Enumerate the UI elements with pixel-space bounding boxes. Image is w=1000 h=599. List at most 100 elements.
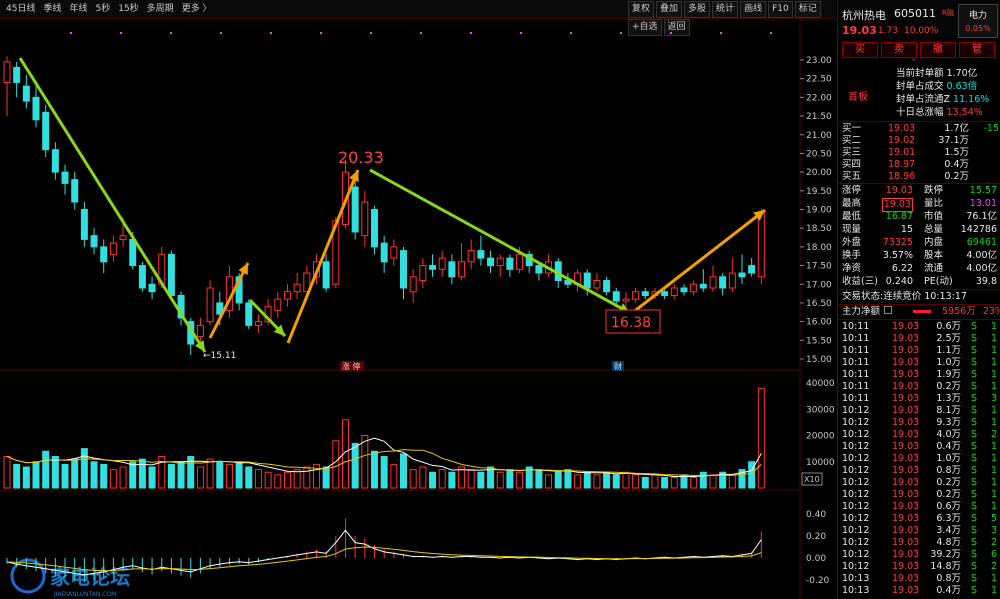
order-book-row[interactable]: 买四 18.97 0.4万 [842, 159, 999, 171]
order-book-row[interactable]: 买一 19.03 1.7亿 -15 [842, 123, 999, 135]
tick-volume: 3.4万 [936, 525, 961, 536]
level-price: 18.97 [888, 159, 916, 170]
volume-bar [748, 461, 756, 489]
volume-bar [129, 461, 137, 489]
y-tick-label: 21.50 [806, 112, 832, 122]
sector-pct: 0.05% [965, 24, 991, 33]
tick-price: 19.03 [892, 537, 920, 548]
volume-bar [303, 466, 311, 489]
quote-row: 现量 15 总量 142786 [842, 224, 999, 236]
level-volume: 0.4万 [944, 159, 969, 170]
tick-count: 1 [990, 573, 997, 584]
tick-price: 19.03 [892, 393, 920, 404]
tool-button[interactable]: 统计 [712, 1, 739, 18]
period-tab[interactable]: 年线 [65, 0, 91, 18]
tool-button[interactable]: F10 [768, 1, 793, 18]
candle [641, 291, 649, 296]
limit-up-label: 涨 停 [342, 361, 361, 371]
y-tick-label: 22.50 [806, 75, 832, 85]
candle [661, 291, 669, 296]
macd-tick-label: 0.20 [806, 532, 826, 542]
seal-ratio-row: 封单占成交 0.63倍 [896, 81, 1000, 93]
tick-volume: 6.3万 [936, 513, 961, 524]
cancel-button[interactable]: 撤 [920, 42, 956, 58]
period-tab[interactable]: 5秒 [91, 0, 114, 18]
order-book-row[interactable]: 买五 18.96 0.2万 [842, 171, 999, 183]
tick-price: 19.03 [892, 429, 920, 440]
tool-button[interactable]: 多股 [684, 1, 711, 18]
status-value: 连续竞价 [883, 291, 922, 302]
kline-chart[interactable]: 20.3316.38←15.11涨 停财家电论坛JIADIANLUNTAN.CO… [0, 18, 836, 599]
quote-label: 总量 [924, 224, 944, 235]
order-book-row[interactable]: 买二 19.02 37.1万 [842, 135, 999, 147]
tool-button[interactable]: 叠加 [656, 1, 683, 18]
tick-time: 10:11 [842, 345, 870, 356]
expand-icon[interactable] [884, 306, 893, 314]
tick-side: S [970, 393, 977, 404]
event-dot [270, 32, 272, 34]
vol-unit-label: X10 [804, 475, 820, 484]
tick-row: 10:11 19.03 1.0万 S 1 [842, 357, 999, 369]
tick-time: 10:12 [842, 477, 870, 488]
tick-row: 10:11 19.03 0.2万 S 1 [842, 381, 999, 393]
tick-price: 19.03 [892, 441, 920, 452]
volume-bar [661, 477, 669, 489]
price-axis: 23.00 22.50 22.00 21.50 21.00 20.50 20.00 19.50… [800, 56, 835, 586]
finance-label: 财 [614, 361, 622, 371]
tool-button[interactable]: 复权 [628, 1, 655, 18]
tick-time: 10:12 [842, 441, 870, 452]
tick-volume: 0.6万 [936, 501, 961, 512]
period-tab[interactable]: 季线 [39, 0, 65, 18]
tick-time: 10:13 [842, 573, 870, 584]
period-tab[interactable]: 15秒 [114, 0, 142, 18]
level-label: 买三 [842, 147, 862, 158]
vol-tick-label: 40000 [806, 379, 835, 389]
vol-tick-label: 30000 [806, 405, 835, 415]
main-flow-row[interactable]: 主力净额 5956万 23% [842, 306, 1000, 318]
stock-change: 1.73 [878, 26, 899, 36]
volume-bar [438, 469, 446, 489]
y-tick-label: 20.00 [806, 168, 832, 178]
tick-side: S [970, 369, 977, 380]
candle [487, 257, 495, 267]
candle [419, 265, 427, 282]
quote-value: 16.87 [885, 211, 913, 222]
quote-row: 净资 6.22 流通 4.00亿 [842, 263, 999, 275]
order-book-row[interactable]: 买三 19.01 1.5万 [842, 147, 999, 159]
volume-bar [632, 474, 640, 489]
sector-box[interactable]: 电力 0.05% [958, 4, 998, 38]
margin-tag: R融 [942, 9, 954, 17]
manage-button[interactable]: 管 [959, 42, 995, 58]
tick-side: S [970, 453, 977, 464]
quote-label: 现量 [842, 224, 862, 235]
candle [13, 66, 21, 83]
candle [496, 257, 504, 267]
event-dot [720, 32, 722, 34]
quote-label: 收益(三) [842, 276, 878, 287]
collapse-icon[interactable]: ⌃ [911, 58, 917, 66]
tool-button[interactable]: 标记 [794, 1, 821, 18]
tick-row: 10:12 19.03 39.2万 S 6 [842, 549, 999, 561]
tick-side: S [970, 417, 977, 428]
tick-row: 10:11 19.03 0.6万 S 1 [842, 321, 999, 333]
candle [370, 209, 378, 248]
tick-volume: 8.1万 [936, 405, 961, 416]
tick-row: 10:12 19.03 0.2万 S 1 [842, 489, 999, 501]
tool-button[interactable]: 画线 [740, 1, 767, 18]
period-tab[interactable]: 45日线 [2, 0, 39, 18]
tick-side: S [970, 357, 977, 368]
volume-bar [545, 474, 553, 489]
period-tab[interactable]: 多周期 [143, 0, 178, 18]
volume-bar [603, 471, 611, 489]
volume-bar [3, 456, 11, 489]
quote-value: 73325 [882, 237, 913, 248]
tick-count: 1 [990, 333, 997, 344]
quote-label: 净资 [842, 263, 862, 274]
candle [206, 287, 214, 323]
sell-button[interactable]: 卖 [881, 42, 917, 58]
candle [90, 235, 98, 248]
period-tab[interactable]: 更多 〉 [178, 0, 216, 18]
buy-button[interactable]: 买 [842, 42, 878, 58]
quote-panel: 杭州热电 605011 R融 19.03 1.73 10.00% 电力 0.05… [837, 0, 1000, 599]
tick-volume: 1.0万 [936, 357, 961, 368]
